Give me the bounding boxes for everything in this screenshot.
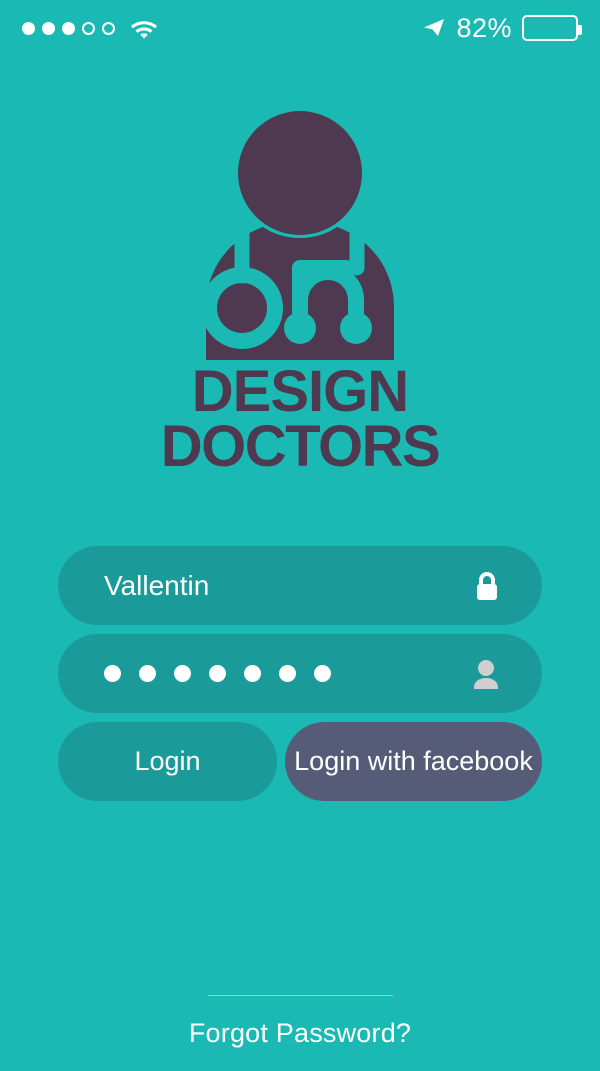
signal-dot-4 [82, 21, 95, 35]
password-dot [244, 665, 261, 682]
password-field[interactable] [58, 634, 542, 713]
signal-dot-5 [102, 21, 115, 35]
lock-icon [474, 571, 500, 601]
footer: Forgot Password? [0, 995, 600, 1049]
login-form: Vallentin Login Login with facebook [58, 546, 542, 801]
password-dot [139, 665, 156, 682]
brand-wordmark: DESIGN DOCTORS [160, 359, 441, 480]
battery-percent-label: 82% [456, 12, 512, 43]
brand-wordmark-line2: DOCTORS [160, 414, 441, 480]
wifi-icon [129, 17, 159, 39]
signal-dot-1 [22, 21, 35, 35]
login-screen: 82% DESIGN DOCTORS Vallentin Login Login… [0, 0, 600, 1071]
user-icon [472, 659, 500, 689]
username-value: Vallentin [104, 569, 210, 601]
status-bar-left [22, 17, 159, 39]
password-dot [209, 665, 226, 682]
password-dot [104, 665, 121, 682]
login-button[interactable]: Login [58, 722, 277, 801]
password-dot [314, 665, 331, 682]
password-dot [279, 665, 296, 682]
signal-dot-3 [62, 21, 75, 35]
doctor-stethoscope-icon [187, 110, 413, 360]
username-field[interactable]: Vallentin [58, 546, 542, 625]
battery-icon [522, 15, 582, 41]
signal-dot-2 [42, 21, 55, 35]
password-masked-value [104, 665, 331, 682]
location-arrow-icon [422, 16, 446, 40]
status-bar-right: 82% [422, 12, 582, 43]
brand-wordmark-line1: DESIGN [191, 359, 409, 424]
brand-logo: DESIGN DOCTORS [0, 110, 600, 480]
status-bar: 82% [0, 0, 600, 56]
login-actions: Login Login with facebook [58, 722, 542, 801]
login-with-facebook-button[interactable]: Login with facebook [285, 722, 542, 801]
forgot-password-link[interactable]: Forgot Password? [189, 1018, 411, 1049]
footer-divider [207, 995, 393, 996]
password-dot [174, 665, 191, 682]
signal-dots-icon [22, 21, 115, 35]
